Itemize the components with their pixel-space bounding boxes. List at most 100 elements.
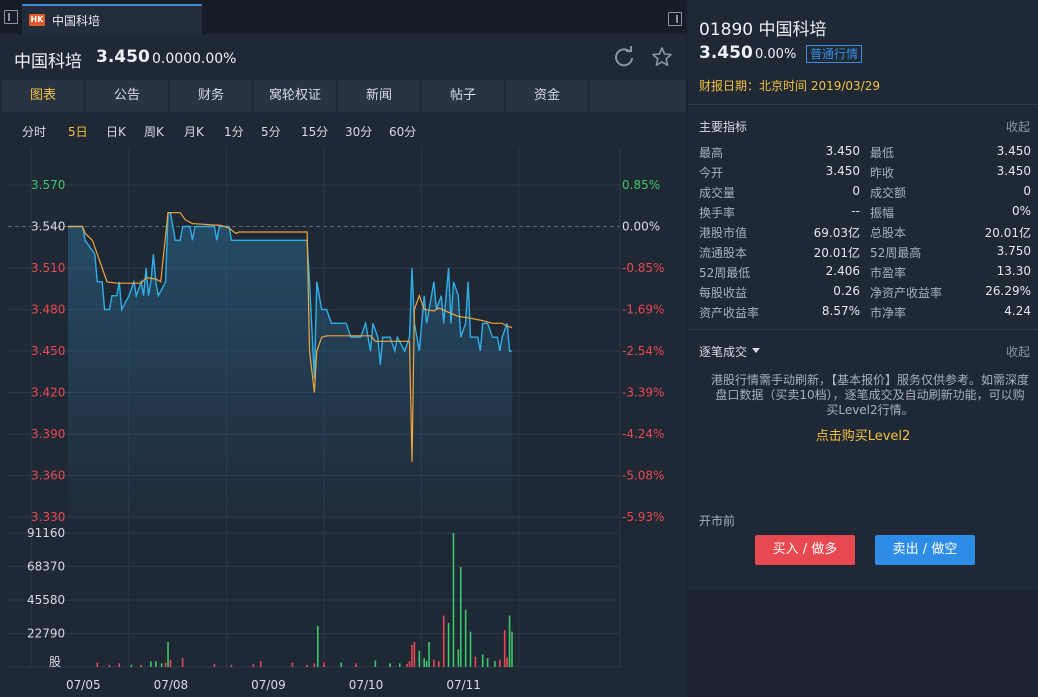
info-price: 3.450: [699, 43, 753, 63]
tab-strip-filler: [590, 80, 686, 112]
indicator-value: 8.57%: [821, 304, 860, 318]
tab-strip: HK 中国科培: [0, 0, 686, 34]
chart-pane: HK 中国科培 中国科培 3.450 0.000 0.00% 图表 公告 财务 …: [0, 0, 686, 697]
indicator-label: 成交额: [870, 186, 907, 200]
price-tick-label: 3.450: [31, 344, 65, 358]
collapse-trades-button[interactable]: 收起: [1006, 343, 1030, 360]
tab-news[interactable]: 新闻: [338, 80, 420, 112]
day-label: 07/05: [66, 678, 101, 692]
indicator-value: 26.29%: [985, 284, 1031, 298]
tab-posts[interactable]: 帖子: [422, 80, 504, 112]
indicator-value: 0%: [1011, 204, 1031, 218]
day-label: 07/11: [446, 678, 481, 692]
tab-announcements[interactable]: 公告: [86, 80, 168, 112]
period-30min[interactable]: 30分: [345, 123, 372, 140]
stock-code-name: 01890 中国科培: [699, 20, 827, 40]
tab-title: 中国科培: [52, 14, 101, 28]
indicator-row: 成交量 0 成交额 0: [688, 184, 1038, 204]
indicator-value: 13.30: [996, 264, 1031, 278]
tick-trades-title[interactable]: 逐笔成交: [699, 343, 747, 360]
indicator-value: 3.450: [825, 144, 860, 158]
info-pane: 01890 中国科培 3.450 0.00% 普通行情 财报日期：北京时间 20…: [688, 0, 1038, 697]
buy-level2-link[interactable]: 点击购买Level2: [688, 425, 1038, 444]
indicator-label: 52周最低: [699, 266, 751, 280]
hk-market-badge: HK: [29, 14, 45, 26]
indicator-row: 每股收益 0.26 净资产收益率 26.29%: [688, 284, 1038, 304]
indicator-value: 0.26: [833, 284, 860, 298]
buy-long-button[interactable]: 买入 / 做多: [755, 535, 855, 565]
indicator-row: 流通股本 20.01亿 52周最高 3.750: [688, 244, 1038, 264]
indicator-row: 换手率 -- 振幅 0%: [688, 204, 1038, 224]
indicator-value: 3.750: [996, 244, 1031, 258]
day-label: 07/10: [349, 678, 384, 692]
indicator-value: 3.450: [996, 144, 1031, 158]
refresh-icon[interactable]: [613, 46, 635, 68]
period-60min[interactable]: 60分: [389, 123, 416, 140]
bottom-blank: [688, 590, 1038, 697]
price-tick-label: 3.390: [31, 427, 65, 441]
indicator-label: 流通股本: [699, 246, 748, 260]
pct-tick-label: 0.00%: [622, 220, 660, 234]
price-tick-label: 3.570: [31, 178, 65, 192]
price-tick-label: 3.480: [31, 303, 65, 317]
pct-tick-label: -0.85%: [622, 261, 664, 275]
indicator-value: --: [851, 204, 860, 218]
panel-toggle-icon[interactable]: [668, 12, 682, 26]
indicator-value: 3.450: [825, 164, 860, 178]
sidebar-toggle-icon[interactable]: [4, 10, 18, 24]
indicator-value: 69.03亿: [813, 226, 860, 240]
divider: [688, 104, 1038, 105]
period-weekly-k[interactable]: 周K: [144, 123, 164, 140]
indicator-row: 港股市值 69.03亿 总股本 20.01亿: [688, 224, 1038, 244]
market-status: 开市前: [699, 514, 736, 528]
day-label: 07/09: [251, 678, 286, 692]
collapse-indicators-button[interactable]: 收起: [1006, 118, 1030, 135]
indicator-label: 最低: [870, 146, 895, 160]
stock-change-pct: 0.00%: [192, 51, 237, 67]
indicator-label: 净资产收益率: [870, 286, 943, 300]
indicator-value: 20.01亿: [813, 246, 860, 260]
indicator-label: 最高: [699, 146, 724, 160]
pct-tick-label: -3.39%: [622, 386, 664, 400]
period-5min[interactable]: 5分: [261, 123, 281, 140]
key-indicators-title: 主要指标: [699, 120, 748, 134]
caret-down-icon[interactable]: [752, 348, 760, 353]
tab-chart[interactable]: 图表: [2, 80, 84, 112]
tab-capital-flow[interactable]: 资金: [506, 80, 588, 112]
tab-stock[interactable]: HK 中国科培: [22, 4, 202, 34]
volume-tick-label: 91160: [27, 526, 65, 540]
period-daily-k[interactable]: 日K: [106, 123, 126, 140]
pct-tick-label: 0.85%: [622, 178, 660, 192]
five-day-chart[interactable]: 3.570 0.85% 3.540 0.00% 3.510 -0.85% 3.480 -1.6…: [0, 145, 686, 697]
indicator-label: 总股本: [870, 226, 907, 240]
tab-warrants[interactable]: 窝轮权证: [254, 80, 336, 112]
period-15min[interactable]: 15分: [301, 123, 328, 140]
price-tick-label: 3.420: [31, 386, 65, 400]
period-1min[interactable]: 1分: [224, 123, 244, 140]
info-change-pct: 0.00%: [755, 47, 797, 62]
indicator-label: 成交量: [699, 186, 736, 200]
day-label: 07/08: [154, 678, 189, 692]
indicator-row: 今开 3.450 昨收 3.450: [688, 164, 1038, 184]
indicator-value: 4.24: [1004, 304, 1031, 318]
favorite-star-icon[interactable]: [651, 46, 673, 68]
volume-unit-label: 股: [49, 655, 61, 669]
indicator-row: 资产收益率 8.57% 市净率 4.24: [688, 304, 1038, 324]
indicator-label: 资产收益率: [699, 306, 760, 320]
period-intraday[interactable]: 分时: [22, 123, 46, 140]
period-5day[interactable]: 5日: [68, 123, 88, 140]
pct-tick-label: -5.93%: [622, 510, 664, 524]
price-tick-label: 3.540: [31, 220, 65, 234]
indicator-label: 昨收: [870, 166, 895, 180]
period-monthly-k[interactable]: 月K: [184, 123, 204, 140]
stock-name: 中国科培: [14, 52, 82, 72]
quote-type-badge[interactable]: 普通行情: [806, 45, 863, 63]
indicator-value: 3.450: [996, 164, 1031, 178]
tab-financials[interactable]: 财务: [170, 80, 252, 112]
indicator-value: 20.01亿: [984, 226, 1031, 240]
divider: [688, 329, 1038, 330]
quote-header: 中国科培 3.450 0.000 0.00%: [0, 34, 686, 78]
pct-tick-label: -4.24%: [622, 427, 664, 441]
sell-short-button[interactable]: 卖出 / 做空: [875, 535, 975, 565]
price-tick-label: 3.510: [31, 261, 65, 275]
